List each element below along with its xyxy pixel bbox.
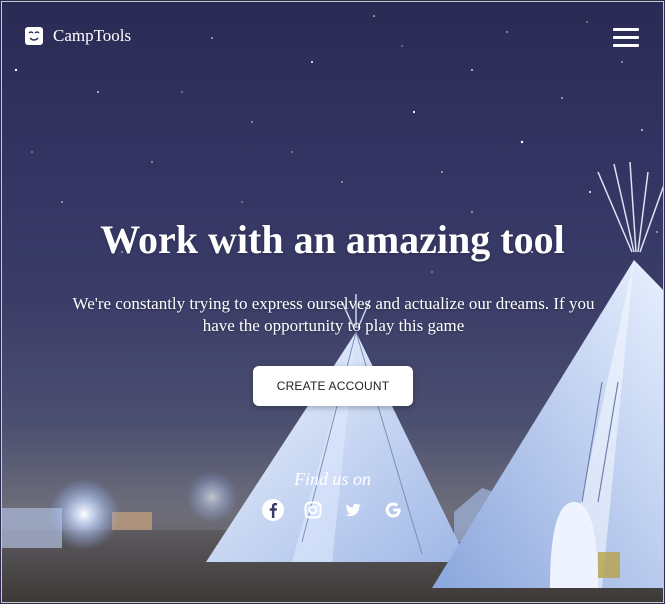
hero-description: We're constantly trying to express ourse… <box>72 294 595 335</box>
twitter-icon[interactable] <box>341 498 365 522</box>
hamburger-menu-icon[interactable] <box>613 28 639 48</box>
top-navbar: CampTools <box>2 2 663 76</box>
hero-section: CampTools Work with an amazing tool We'r… <box>1 1 664 603</box>
social-links <box>261 498 421 522</box>
create-account-button[interactable]: CREATE ACCOUNT <box>253 366 413 406</box>
brand[interactable]: CampTools <box>24 26 131 46</box>
facebook-icon[interactable] <box>261 498 285 522</box>
face-icon <box>25 27 43 45</box>
brand-name: CampTools <box>53 26 132 45</box>
instagram-icon[interactable] <box>301 498 325 522</box>
hero-title: Work with an amazing tool <box>100 217 565 262</box>
find-us-heading: Find us on <box>293 469 371 489</box>
google-icon[interactable] <box>381 498 405 522</box>
